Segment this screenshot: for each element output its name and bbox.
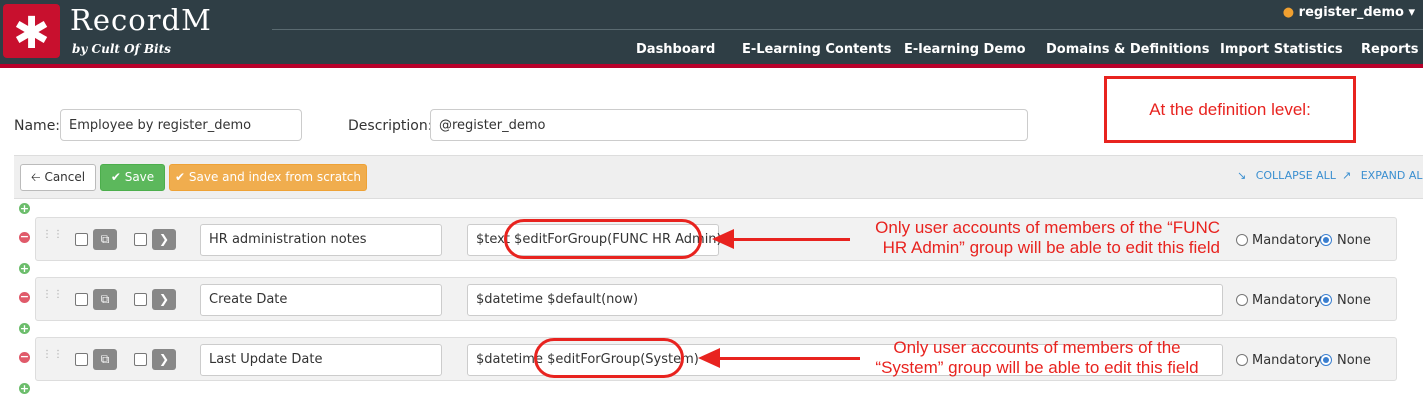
definition-level-text: At the definition level: xyxy=(1149,100,1311,119)
definition-level-annotation: At the definition level: xyxy=(1104,76,1356,143)
asterisk-logo-icon: ✱ xyxy=(13,8,50,59)
save-index-button-label: Save and index from scratch xyxy=(188,170,361,184)
mandatory-radio[interactable] xyxy=(1236,294,1248,306)
row-checkbox-secondary[interactable] xyxy=(134,353,147,366)
collapse-all-label: COLLAPSE ALL xyxy=(1255,169,1336,182)
none-radio[interactable] xyxy=(1320,234,1332,246)
annotation-arrow-head xyxy=(698,348,720,368)
none-label: None xyxy=(1337,353,1371,368)
none-radio[interactable] xyxy=(1320,354,1332,366)
brand-subtitle: by Cult Of Bits xyxy=(72,42,171,56)
description-input[interactable] xyxy=(430,109,1028,141)
mandatory-label: Mandatory xyxy=(1252,353,1322,368)
compress-icon: ↘ xyxy=(1237,169,1247,182)
chevron-right-icon[interactable]: ❯ xyxy=(152,289,176,310)
user-menu[interactable]: ● register_demo ▾ xyxy=(1283,5,1415,20)
field-name-input[interactable]: Last Update Date xyxy=(200,344,442,376)
minus-circle-icon[interactable]: − xyxy=(19,351,30,363)
row-checkbox-secondary[interactable] xyxy=(134,293,147,306)
cancel-button-label: Cancel xyxy=(44,170,86,184)
row-checkbox[interactable] xyxy=(75,293,88,306)
annotation-note-1-line-2: HR Admin” group will be able to edit thi… xyxy=(882,238,1220,257)
header-divider xyxy=(272,29,1423,30)
highlight-oval xyxy=(534,338,684,378)
plus-circle-icon[interactable]: + xyxy=(19,263,30,274)
plus-circle-icon[interactable]: + xyxy=(19,323,30,334)
annotation-note-2: Only user accounts of members of the “Sy… xyxy=(862,338,1212,378)
description-label: Description: xyxy=(348,118,433,134)
annotation-arrow-head xyxy=(712,229,734,249)
mandatory-label: Mandatory xyxy=(1252,233,1322,248)
editor-toolbar: 🡠 Cancel ✔ Save ✔ Save and index from sc… xyxy=(14,155,1423,199)
name-input[interactable] xyxy=(60,109,302,141)
check-icon: ✔ xyxy=(110,170,121,184)
copy-icon[interactable]: ⧉ xyxy=(93,229,117,250)
expand-all-link[interactable]: ↗ EXPAND ALL xyxy=(1342,169,1423,182)
nav-reports[interactable]: Reports xyxy=(1361,42,1418,57)
mandatory-radio[interactable] xyxy=(1236,234,1248,246)
name-label: Name: xyxy=(14,118,61,134)
field-row: ⋮⋮ ⧉ ❯ Create Date $datetime $default(no… xyxy=(35,277,1397,321)
brand-name: RecordM xyxy=(70,3,212,37)
row-checkbox[interactable] xyxy=(75,233,88,246)
annotation-note-2-line-1: Only user accounts of members of the xyxy=(893,338,1181,357)
expand-all-label: EXPAND ALL xyxy=(1360,169,1423,182)
field-name-input[interactable]: Create Date xyxy=(200,284,442,316)
mandatory-label: Mandatory xyxy=(1252,293,1322,308)
check-icon: ✔ xyxy=(175,170,186,184)
copy-icon[interactable]: ⧉ xyxy=(93,349,117,370)
nav-import-statistics[interactable]: Import Statistics xyxy=(1220,42,1343,57)
field-definition-input[interactable]: $datetime $default(now) xyxy=(467,284,1223,316)
cancel-button[interactable]: 🡠 Cancel xyxy=(20,164,96,191)
logo[interactable]: ✱ xyxy=(3,4,60,59)
annotation-arrow-line xyxy=(732,238,850,241)
highlight-oval xyxy=(504,219,702,259)
nav-elearning-contents[interactable]: E-Learning Contents xyxy=(742,42,891,57)
plus-circle-icon[interactable]: + xyxy=(19,383,30,394)
expand-icon: ↗ xyxy=(1342,169,1352,182)
drag-handle-icon[interactable]: ⋮⋮ xyxy=(42,290,63,308)
none-label: None xyxy=(1337,233,1371,248)
arrow-left-icon: 🡠 xyxy=(30,170,41,184)
drag-handle-icon[interactable]: ⋮⋮ xyxy=(42,230,63,248)
row-checkbox-secondary[interactable] xyxy=(134,233,147,246)
annotation-arrow-line xyxy=(718,357,860,360)
top-header: ✱ RecordM by Cult Of Bits ● register_dem… xyxy=(0,0,1423,64)
nav-dashboard[interactable]: Dashboard xyxy=(636,42,715,57)
annotation-note-1: Only user accounts of members of the “FU… xyxy=(852,218,1220,258)
nav-domains-definitions[interactable]: Domains & Definitions xyxy=(1046,42,1209,57)
chevron-right-icon[interactable]: ❯ xyxy=(152,229,176,250)
user-name: register_demo xyxy=(1298,5,1404,20)
minus-circle-icon[interactable]: − xyxy=(19,231,30,243)
drag-handle-icon[interactable]: ⋮⋮ xyxy=(42,350,63,368)
annotation-note-1-line-1: Only user accounts of members of the “FU… xyxy=(875,218,1220,237)
person-icon: ● xyxy=(1282,5,1295,20)
field-name-input[interactable]: HR administration notes xyxy=(200,224,442,256)
copy-icon[interactable]: ⧉ xyxy=(93,289,117,310)
none-label: None xyxy=(1337,293,1371,308)
header-accent-line xyxy=(0,64,1423,68)
save-button[interactable]: ✔ Save xyxy=(100,164,165,191)
nav-elearning-demo[interactable]: E-learning Demo xyxy=(904,42,1026,57)
plus-circle-icon[interactable]: + xyxy=(19,203,30,214)
row-checkbox[interactable] xyxy=(75,353,88,366)
annotation-note-2-line-2: “System” group will be able to edit this… xyxy=(875,358,1199,377)
collapse-all-link[interactable]: ↘ COLLAPSE ALL xyxy=(1237,169,1336,182)
mandatory-radio[interactable] xyxy=(1236,354,1248,366)
save-button-label: Save xyxy=(124,170,155,184)
caret-down-icon: ▾ xyxy=(1408,5,1415,20)
chevron-right-icon[interactable]: ❯ xyxy=(152,349,176,370)
minus-circle-icon[interactable]: − xyxy=(19,291,30,303)
none-radio[interactable] xyxy=(1320,294,1332,306)
save-index-button[interactable]: ✔ Save and index from scratch xyxy=(169,164,367,191)
